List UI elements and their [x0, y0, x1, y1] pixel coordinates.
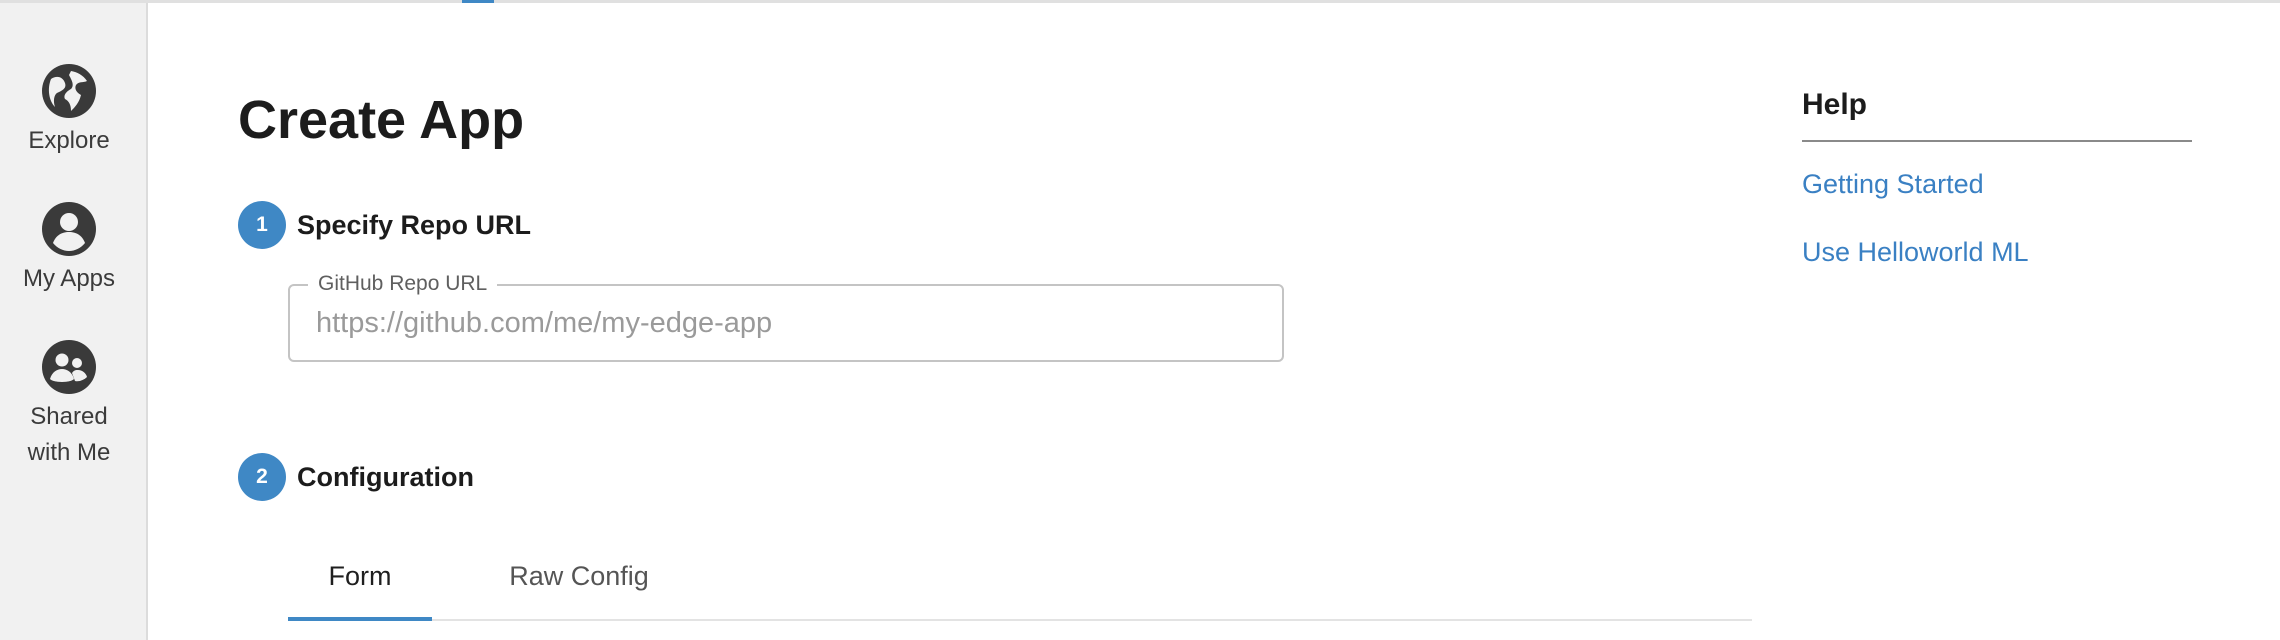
sidebar-item-my-apps[interactable]: My Apps	[0, 201, 138, 297]
help-title: Help	[1802, 82, 2192, 142]
use-helloworld-ml-link[interactable]: Use Helloworld ML	[1802, 232, 2192, 272]
tab-form[interactable]: Form	[288, 533, 432, 619]
sidebar: Explore My Apps Shared with Me	[0, 3, 148, 640]
repo-url-input[interactable]	[316, 286, 1256, 360]
step-configuration: 2 Configuration	[238, 453, 474, 501]
tab-raw-config[interactable]: Raw Config	[494, 533, 664, 619]
step-title: Configuration	[297, 461, 474, 492]
step-specify-repo: 1 Specify Repo URL	[238, 201, 531, 249]
step-number-badge: 2	[238, 453, 286, 501]
step-number-badge: 1	[238, 201, 286, 249]
shared-users-icon	[42, 340, 96, 394]
repo-url-field: GitHub Repo URL	[288, 269, 1284, 362]
user-icon	[42, 202, 96, 256]
page-title: Create App	[238, 90, 525, 150]
getting-started-link[interactable]: Getting Started	[1802, 164, 2192, 204]
sidebar-item-explore[interactable]: Explore	[0, 63, 138, 159]
help-panel: Help Getting Started Use Helloworld ML	[1802, 82, 2192, 272]
active-tab-indicator	[288, 617, 432, 621]
tab-label: Form	[328, 560, 392, 591]
tab-label: Raw Config	[509, 560, 649, 591]
sidebar-item-label: Shared with Me	[27, 403, 111, 466]
sidebar-item-label: Explore	[28, 127, 110, 154]
step-title: Specify Repo URL	[297, 209, 532, 240]
globe-icon	[42, 64, 96, 118]
sidebar-item-label: My Apps	[22, 265, 116, 292]
config-tabs: Form Raw Config	[288, 533, 1752, 621]
sidebar-item-shared-with-me[interactable]: Shared with Me	[0, 339, 138, 471]
